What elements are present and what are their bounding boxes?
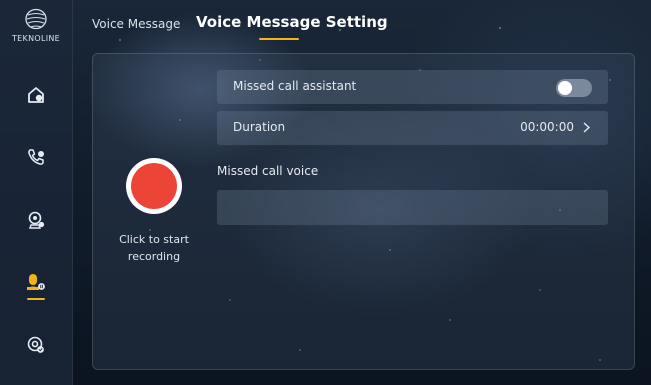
- voicemail-icon: [27, 274, 45, 290]
- brand: TEKNOLINE: [0, 8, 72, 43]
- camera-icon: [28, 211, 45, 229]
- record-button[interactable]: [126, 158, 182, 214]
- missed-call-assistant-toggle[interactable]: [556, 79, 592, 97]
- home-icon: [28, 87, 44, 103]
- sidebar: TEKNOLINE: [0, 0, 73, 385]
- sidebar-item-home[interactable]: [0, 71, 72, 119]
- missed-call-assistant-row: Missed call assistant: [217, 70, 608, 104]
- sidebar-item-monitor[interactable]: [0, 196, 72, 244]
- tab-voice-message[interactable]: Voice Message: [92, 17, 180, 31]
- duration-value: 00:00:00: [520, 120, 574, 134]
- settings-icon: [27, 336, 44, 353]
- active-indicator: [27, 298, 45, 300]
- missed-call-voice-field[interactable]: [217, 190, 608, 225]
- duration-row[interactable]: Duration 00:00:00: [217, 111, 608, 145]
- chevron-right-icon: [583, 122, 590, 133]
- record-dot-icon: [131, 163, 177, 209]
- duration-label: Duration: [233, 120, 286, 134]
- sidebar-item-call[interactable]: [0, 133, 72, 181]
- brand-name: TEKNOLINE: [11, 34, 61, 43]
- sidebar-item-settings[interactable]: [0, 321, 72, 369]
- active-tab-underline: [259, 38, 299, 40]
- phone-icon: [28, 149, 44, 165]
- brand-logo-icon: [25, 8, 47, 30]
- sidebar-item-voice-message[interactable]: [0, 258, 72, 306]
- tab-voice-message-setting[interactable]: Voice Message Setting: [196, 13, 388, 31]
- record-label: Click to start recording: [119, 233, 189, 263]
- missed-call-assistant-label: Missed call assistant: [233, 79, 357, 93]
- missed-call-voice-label: Missed call voice: [217, 164, 319, 178]
- toggle-knob: [558, 81, 572, 95]
